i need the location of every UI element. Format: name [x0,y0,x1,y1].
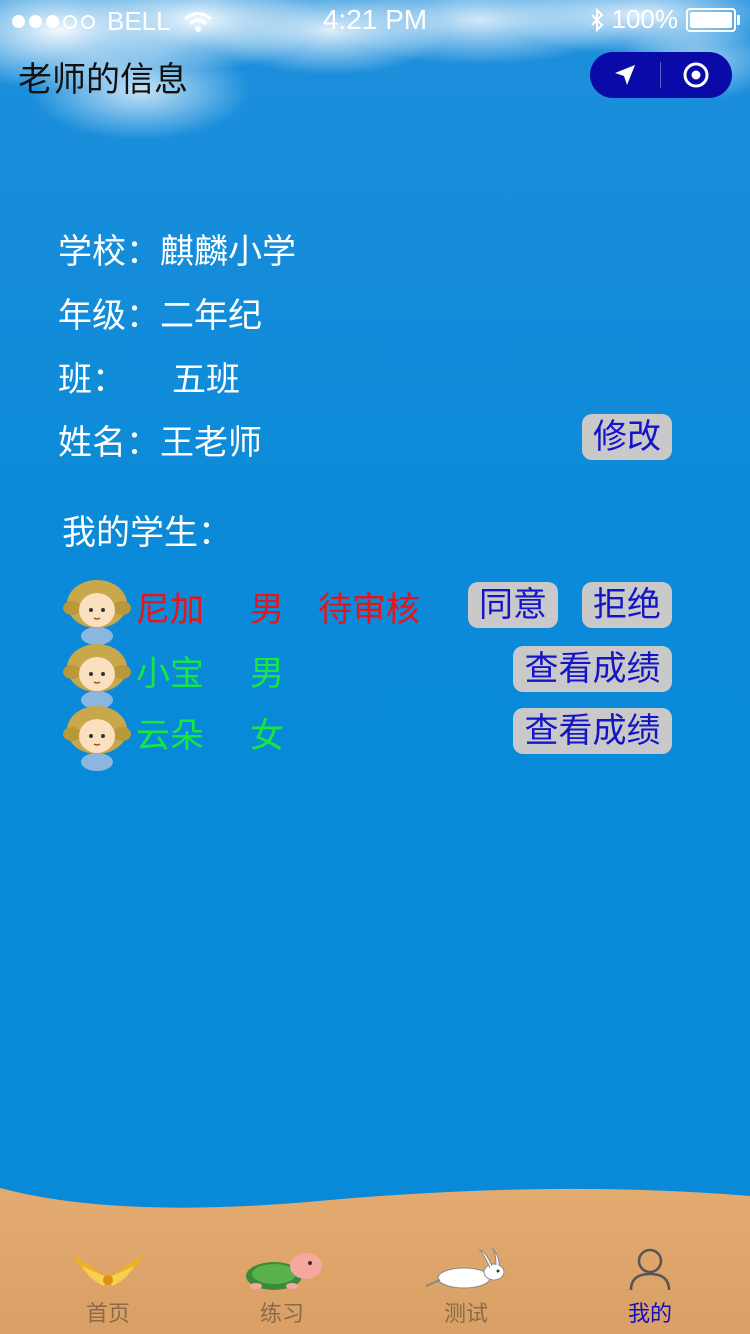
person-icon [629,1248,671,1291]
mini-program-capsule [590,52,732,98]
tab-practice[interactable]: 练习 [222,1240,342,1334]
student-gender: 女 [250,716,284,756]
tab-home[interactable]: 首页 [48,1240,168,1334]
turtle-icon [246,1253,322,1290]
edit-button[interactable]: 修改 [582,414,672,460]
grade-value: 二年纪 [160,296,262,336]
grade-row: 年级：二年纪 [58,288,262,337]
tab-mine[interactable]: 我的 [590,1240,710,1334]
rabbit-icon [425,1248,505,1289]
students-section-title: 我的学生： [62,513,232,553]
name-row: 姓名：王老师 [58,415,262,464]
view-grades-button[interactable]: 查看成绩 [513,708,672,754]
student-gender: 男 [250,654,284,694]
tab-mine-label: 我的 [627,1302,672,1327]
approve-button[interactable]: 同意 [468,582,558,628]
student-name: 尼加 [136,590,204,630]
battery-percent: 100% [611,4,679,34]
reject-button[interactable]: 拒绝 [582,582,672,628]
class-value: 五班 [172,360,240,400]
student-gender: 男 [250,590,284,630]
tab-home-label: 首页 [85,1302,130,1327]
student-name: 小宝 [136,654,204,694]
name-value: 王老师 [160,423,262,463]
school-label: 学校： [58,232,160,272]
tab-test[interactable]: 测试 [406,1240,526,1334]
page-title: 老师的信息 [18,60,188,100]
grade-label: 年级： [58,296,160,336]
girl-avatar-icon [63,706,131,771]
close-button[interactable] [661,52,731,98]
battery-status: 100% [590,4,740,35]
status-bar: BELL 4:21 PM 100% [0,0,750,40]
target-circle-icon [683,62,709,88]
bluetooth-icon [590,7,603,32]
girl-avatar-icon [63,580,131,645]
view-grades-button[interactable]: 查看成绩 [513,646,672,692]
tab-test-label: 测试 [443,1302,488,1327]
student-name: 云朵 [136,716,204,756]
class-label: 班： [58,360,126,400]
battery-icon [686,7,740,32]
navigation-arrow-icon [615,65,635,85]
tab-practice-label: 练习 [259,1302,304,1327]
class-row: 班： 五班 [58,352,240,401]
school-row: 学校：麒麟小学 [58,224,296,273]
golden-wings-icon [72,1254,144,1286]
location-button[interactable] [590,52,660,98]
school-value: 麒麟小学 [160,232,296,272]
screen: BELL 4:21 PM 100% 老师的信息 学校：麒麟小学 年级：二年纪 班… [0,0,750,1334]
student-status: 待审核 [318,590,420,630]
name-label: 姓名： [58,423,160,463]
